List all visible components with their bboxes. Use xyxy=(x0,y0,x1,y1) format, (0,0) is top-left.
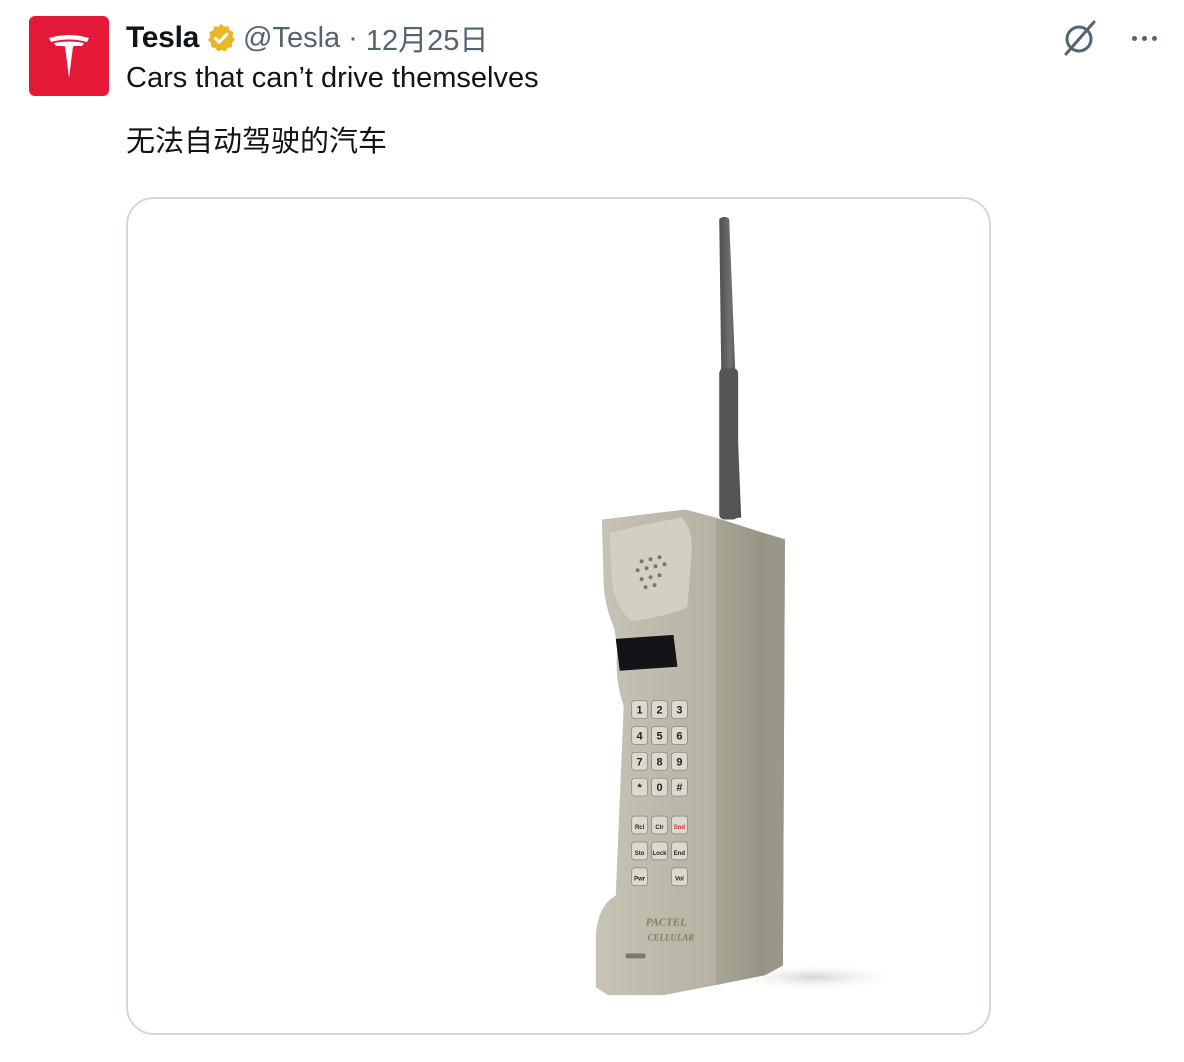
brand-line2: CELLULAR xyxy=(648,932,695,942)
tweet-text-line2: 无法自动驾驶的汽车 xyxy=(126,126,388,158)
phone-key-label: Sto xyxy=(635,851,645,857)
phone-key-label: * xyxy=(637,782,642,794)
phone-key-label: # xyxy=(676,782,682,794)
phone-key-label: 8 xyxy=(656,756,662,768)
phone-key-label: 0 xyxy=(656,782,662,794)
phone-key-label: 9 xyxy=(676,756,682,768)
phone-key-label: Clr xyxy=(655,825,664,831)
tesla-logo-icon xyxy=(49,35,89,78)
tweet-actions xyxy=(1060,18,1162,58)
phone-key-label: 6 xyxy=(676,730,682,742)
grok-icon[interactable] xyxy=(1060,18,1100,58)
verified-badge-icon[interactable] xyxy=(205,22,237,54)
phone-key-label: Vol xyxy=(675,877,684,883)
phone-key-label: Lock xyxy=(653,851,668,857)
tweet-header: Tesla @Tesla · 12月25日 xyxy=(126,18,488,58)
phone-key-label: 1 xyxy=(637,705,643,717)
tweet-date[interactable]: 12月25日 xyxy=(366,17,489,59)
tweet-media[interactable]: 1 2 3 4 5 6 7 8 9 * 0 # Rcl Clr Snd Sto Lock End Pwr Vol PA… xyxy=(126,197,991,1035)
phone-key-label: Rcl xyxy=(635,825,645,831)
tweet-text-line1: Cars that can’t drive themselves xyxy=(126,62,539,94)
phone-key-label: 4 xyxy=(637,730,644,742)
phone-key-label: End xyxy=(674,851,686,857)
brand-line1: PACTEL xyxy=(646,917,687,929)
phone-key-label: 3 xyxy=(676,705,682,717)
phone-key-label: 2 xyxy=(656,705,662,717)
separator-dot: · xyxy=(348,21,358,54)
phone-key-label: Pwr xyxy=(634,877,646,883)
phone-key-label: Snd xyxy=(674,825,686,831)
more-options-icon[interactable] xyxy=(1126,20,1162,56)
author-name[interactable]: Tesla xyxy=(126,21,199,55)
author-handle[interactable]: @Tesla xyxy=(243,22,340,55)
retro-brick-cellphone-image: 1 2 3 4 5 6 7 8 9 * 0 # Rcl Clr Snd Sto Lock End Pwr Vol PA… xyxy=(595,216,905,996)
phone-key-label: 7 xyxy=(637,756,643,768)
phone-key-label: 5 xyxy=(656,730,662,742)
avatar[interactable] xyxy=(29,16,109,96)
